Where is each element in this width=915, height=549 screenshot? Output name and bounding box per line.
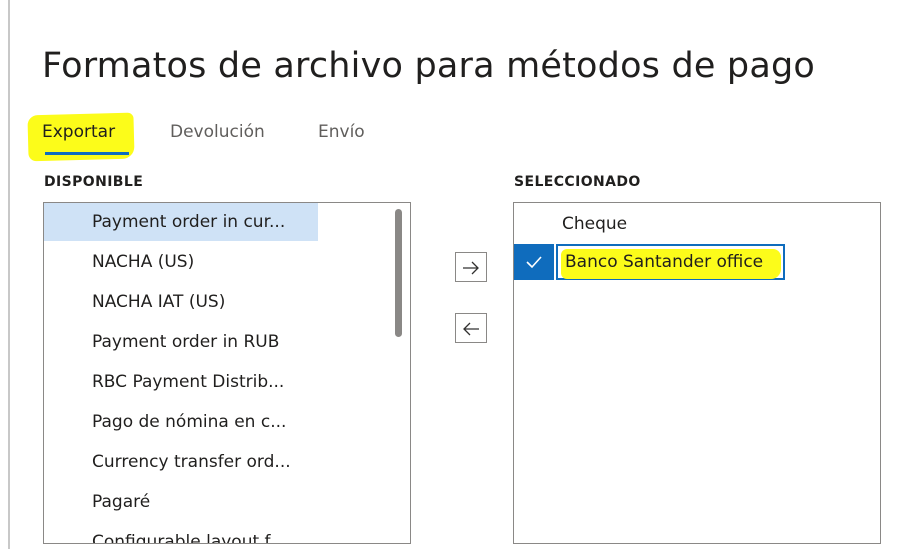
- tab-label: Devolución: [170, 122, 265, 142]
- list-item-label: NACHA (US): [92, 252, 195, 272]
- tab-label: Envío: [318, 122, 365, 142]
- list-item-label: NACHA IAT (US): [92, 292, 226, 312]
- list-item-label: Payment order in cur...: [92, 212, 286, 232]
- tab-exportar[interactable]: Exportar: [27, 112, 135, 162]
- checkmark-icon: [525, 254, 543, 270]
- arrow-left-icon: [462, 321, 480, 336]
- tab-label: Exportar: [42, 122, 116, 142]
- tab-devolucion[interactable]: Devolución: [170, 120, 265, 144]
- arrow-right-icon: [462, 260, 480, 275]
- remove-from-selected-button[interactable]: [455, 313, 487, 343]
- page-title: Formatos de archivo para métodos de pago: [42, 46, 816, 86]
- list-item-label: Pago de nómina en c...: [92, 412, 287, 432]
- row-select-checkbox[interactable]: [514, 244, 554, 280]
- list-item-label: Currency transfer ord...: [92, 452, 291, 472]
- selected-list[interactable]: Cheque Banco Santander office: [513, 202, 881, 544]
- tab-envio[interactable]: Envío: [318, 120, 365, 144]
- add-to-selected-button[interactable]: [455, 252, 487, 282]
- list-item[interactable]: Payment order in cur...: [44, 203, 318, 241]
- list-item-label: Pagaré: [92, 492, 151, 512]
- available-list[interactable]: Payment order in cur... NACHA (US) NACHA…: [43, 202, 411, 544]
- item-name-edit-field[interactable]: Banco Santander office: [556, 244, 785, 280]
- edit-field-text: Banco Santander office: [565, 252, 764, 272]
- left-divider: [8, 0, 10, 549]
- list-item-label: Payment order in RUB: [92, 332, 280, 352]
- available-header: DISPONIBLE: [44, 174, 144, 190]
- selected-header: SELECCIONADO: [514, 174, 641, 190]
- list-item-label: Configurable layout f...: [92, 532, 286, 544]
- tab-active-underline: [45, 152, 129, 155]
- list-item-label: RBC Payment Distrib...: [92, 372, 285, 392]
- list-item-label: Cheque: [562, 214, 628, 234]
- list-scrollbar[interactable]: [395, 209, 402, 337]
